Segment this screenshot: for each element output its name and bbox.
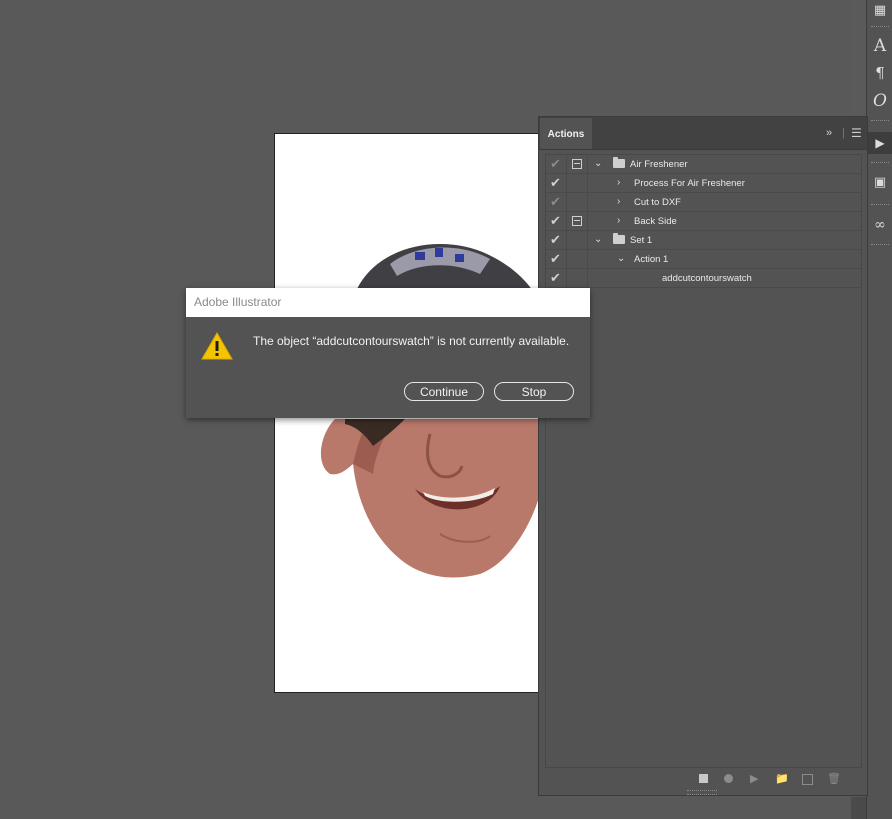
stop-icon[interactable] (699, 774, 708, 783)
toggle-dialog-cell[interactable] (567, 193, 588, 211)
strip-divider (871, 26, 889, 29)
dialog-toggle-icon[interactable] (572, 216, 582, 226)
chevron-down-icon[interactable]: ⌄ (617, 250, 625, 268)
list-item[interactable]: ✔ › Process For Air Freshener (546, 174, 861, 193)
action-set-label: Set 1 (630, 235, 653, 246)
list-item[interactable]: ✔ addcutcontourswatch (546, 269, 861, 288)
toggle-item-cell[interactable]: ✔ (546, 250, 567, 268)
check-icon[interactable]: ✔ (550, 156, 561, 172)
list-item[interactable]: ✔ ⌄ Set 1 (546, 231, 861, 250)
toggle-item-cell[interactable]: ✔ (546, 193, 567, 211)
check-icon[interactable]: ✔ (550, 270, 561, 286)
record-icon[interactable] (724, 774, 733, 783)
dialog-message: The object “addcutcontourswatch” is not … (253, 334, 570, 348)
toggle-dialog-cell[interactable] (567, 231, 588, 249)
action-label: Cut to DXF (634, 197, 681, 208)
folder-icon (613, 157, 625, 168)
alert-dialog: Adobe Illustrator The object “addcutcont… (186, 288, 590, 418)
actions-panel: Actions » | ☰ ✔ ⌄ Air Freshener ✔ › Proc… (538, 116, 868, 796)
opentype-panel-icon[interactable]: O (867, 90, 892, 112)
folder-icon (613, 233, 625, 244)
right-tool-strip: ▦ A ¶ O ▶ ▣ ∞ (866, 0, 892, 819)
warning-icon (201, 331, 233, 360)
toggle-item-cell[interactable]: ✔ (546, 212, 567, 230)
continue-button[interactable]: Continue (404, 382, 484, 401)
action-label: Process For Air Freshener (634, 178, 745, 189)
action-label: Action 1 (634, 254, 669, 265)
dialog-title: Adobe Illustrator (186, 288, 590, 317)
panel-resize-grip[interactable] (687, 790, 717, 795)
strip-divider (871, 162, 889, 165)
list-item[interactable]: ✔ › Back Side (546, 212, 861, 231)
stop-button[interactable]: Stop (494, 382, 574, 401)
toggle-item-cell[interactable]: ✔ (546, 231, 567, 249)
delete-icon[interactable]: 🗑 (827, 774, 841, 785)
link-chain-icon[interactable]: ∞ (867, 214, 892, 236)
toggle-item-cell[interactable]: ✔ (546, 269, 567, 287)
actions-list: ✔ ⌄ Air Freshener ✔ › Process For Air Fr… (545, 154, 862, 768)
check-icon[interactable]: ✔ (550, 232, 561, 248)
actions-panel-icon[interactable]: ▶ (867, 132, 892, 154)
chevron-right-icon[interactable]: › (617, 212, 620, 230)
tab-actions[interactable]: Actions (540, 118, 592, 149)
strip-divider (871, 120, 889, 123)
command-label: addcutcontourswatch (662, 273, 752, 284)
character-panel-icon[interactable]: A (867, 35, 892, 57)
toggle-dialog-cell[interactable] (567, 250, 588, 268)
toggle-dialog-cell[interactable] (567, 174, 588, 192)
new-action-icon[interactable] (802, 774, 813, 785)
links-panel-icon[interactable]: ▣ (867, 172, 892, 194)
new-set-icon[interactable]: 📁 (775, 774, 789, 785)
collapse-panel-icon[interactable]: » (826, 126, 832, 140)
list-item[interactable]: ✔ ⌄ Action 1 (546, 250, 861, 269)
toggle-dialog-cell[interactable] (567, 155, 588, 173)
chevron-right-icon[interactable]: › (617, 174, 620, 192)
list-item[interactable]: ✔ › Cut to DXF (546, 193, 861, 212)
check-icon[interactable]: ✔ (550, 194, 561, 210)
paragraph-panel-icon[interactable]: ¶ (867, 62, 892, 84)
check-icon[interactable]: ✔ (550, 175, 561, 191)
canvas-corner (851, 797, 866, 819)
check-icon[interactable]: ✔ (550, 213, 561, 229)
panel-footer: ▶ 📁 🗑 (539, 768, 867, 790)
check-icon[interactable]: ✔ (550, 251, 561, 267)
chevron-down-icon[interactable]: ⌄ (594, 155, 602, 173)
strip-divider (871, 244, 889, 247)
list-item[interactable]: ✔ ⌄ Air Freshener (546, 155, 861, 174)
toggle-dialog-cell[interactable] (567, 212, 588, 230)
action-label: Back Side (634, 216, 677, 227)
toggle-item-cell[interactable]: ✔ (546, 174, 567, 192)
toggle-dialog-cell[interactable] (567, 269, 588, 287)
action-set-label: Air Freshener (630, 159, 688, 170)
panel-header: Actions » | ☰ (539, 117, 867, 150)
artboards-panel-icon[interactable]: ▦ (867, 0, 892, 22)
chevron-right-icon[interactable]: › (617, 193, 620, 211)
strip-divider (871, 204, 889, 207)
header-divider: | (842, 127, 845, 139)
chevron-down-icon[interactable]: ⌄ (594, 231, 602, 249)
play-icon[interactable]: ▶ (750, 774, 758, 785)
panel-menu-icon[interactable]: ☰ (851, 126, 862, 140)
dialog-toggle-icon[interactable] (572, 159, 582, 169)
toggle-item-cell[interactable]: ✔ (546, 155, 567, 173)
